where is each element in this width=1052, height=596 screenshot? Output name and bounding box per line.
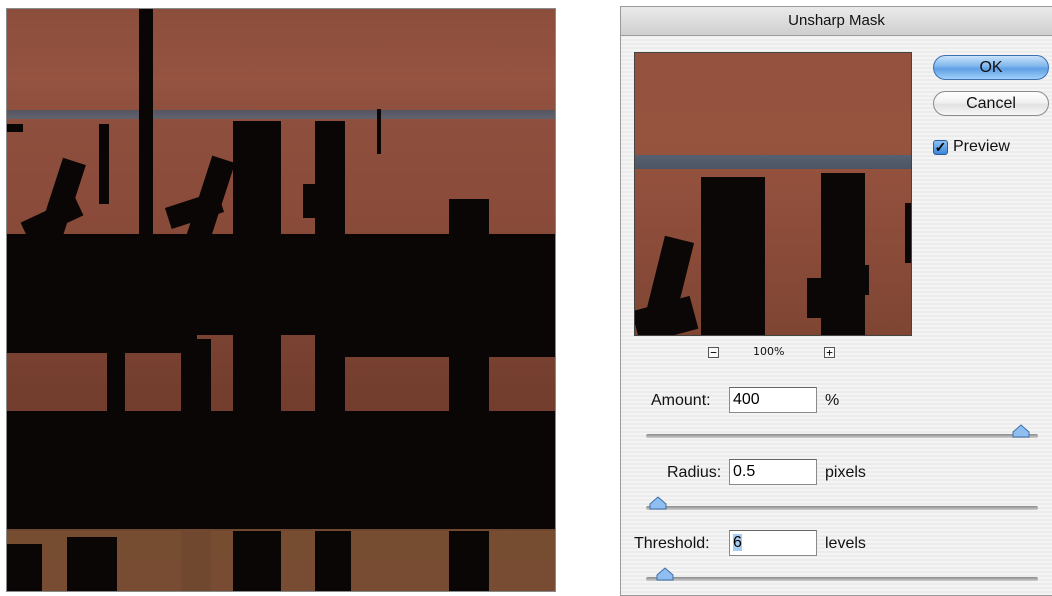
unsharp-mask-dialog: Unsharp Mask − 100% + OK Cancel ✓ Previe… [620, 6, 1052, 596]
preview-checkbox[interactable]: ✓ [933, 140, 948, 155]
cancel-button[interactable]: Cancel [933, 91, 1049, 116]
amount-slider-thumb[interactable] [1012, 424, 1030, 438]
radius-slider-thumb[interactable] [649, 496, 667, 510]
radius-input[interactable]: 0.5 [729, 459, 817, 485]
threshold-slider-thumb[interactable] [656, 567, 674, 581]
threshold-slider-track[interactable] [646, 577, 1038, 581]
horizon-band [7, 110, 555, 119]
zoom-in-button[interactable]: + [824, 347, 835, 358]
radius-unit: pixels [825, 464, 866, 481]
amount-label: Amount: [651, 392, 711, 409]
zoom-level-label: 100% [753, 345, 785, 358]
zoom-out-button[interactable]: − [708, 347, 719, 358]
checkmark-icon: ✓ [934, 139, 947, 155]
radius-slider-track[interactable] [646, 506, 1038, 510]
preview-thumbnail[interactable] [634, 52, 912, 336]
amount-input[interactable]: 400 [729, 387, 817, 413]
threshold-unit: levels [825, 535, 866, 552]
threshold-value: 6 [733, 534, 742, 551]
radius-label: Radius: [667, 464, 722, 481]
threshold-input[interactable]: 6 [729, 530, 817, 556]
preview-horizon [635, 155, 911, 169]
ok-button[interactable]: OK [933, 55, 1049, 80]
preview-label[interactable]: Preview [953, 138, 1010, 156]
document-image [6, 8, 556, 592]
dialog-title[interactable]: Unsharp Mask [621, 7, 1052, 36]
amount-unit: % [825, 392, 840, 409]
amount-slider-track[interactable] [646, 434, 1038, 438]
threshold-label: Threshold: [634, 535, 710, 552]
